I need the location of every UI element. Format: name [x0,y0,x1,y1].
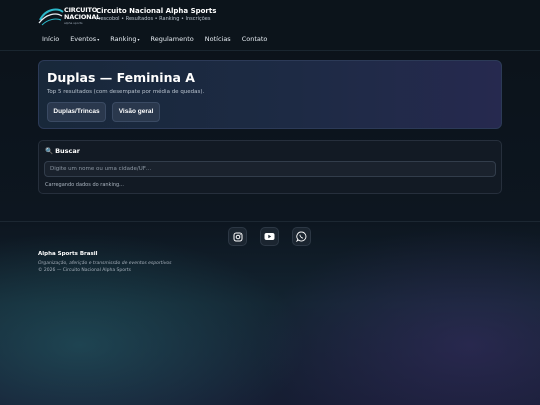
site-subtitle: Frescobol • Resultados • Ranking • Inscr… [96,16,211,22]
nav-eventos[interactable]: Eventos▾ [70,35,99,45]
instagram-link[interactable] [228,227,247,246]
nav-contato-label: Contato [241,35,268,43]
footer-brand: Alpha Sports Brasil [38,251,98,257]
nav-ranking[interactable]: Ranking▾ [110,35,139,45]
youtube-link[interactable] [260,227,279,246]
nav-regulamento[interactable]: Regulamento [151,35,194,45]
visao-geral-button[interactable]: Visão geral [112,102,160,122]
footer-copyright: © 2026 — Circuito Nacional Alpha Sports [38,268,131,273]
logo-swoosh-icon [38,8,64,26]
logo-text-line2: NACIONAL [64,13,101,21]
header-divider [0,50,540,51]
nav-contato[interactable]: Contato [242,35,268,45]
page-title: Duplas — Feminina A [47,70,195,85]
nav-noticias-label: Notícias [204,35,231,43]
search-card: 🔍Buscar Carregando dados do ranking... [38,140,502,194]
duplas-trincas-button[interactable]: Duplas/Trincas [47,102,106,122]
main-nav: Início Eventos▾ Ranking▾ Regulamento Not… [42,35,278,45]
search-heading: 🔍 Buscar [45,147,80,155]
whatsapp-icon [296,231,307,242]
page-subtitle: Top 5 resultados (com desempate por médi… [47,89,205,95]
search-input[interactable] [44,161,496,177]
logo-subtext: alpha sports [64,21,83,25]
caret-down-icon: ▾ [97,36,100,42]
site-header: CIRCUITO NACIONAL alpha sports Circuito … [0,0,540,50]
whatsapp-link[interactable] [292,227,311,246]
nav-noticias[interactable]: Notícias [205,35,231,45]
search-heading-label: Buscar [55,147,80,155]
search-icon: 🔍 [45,147,54,155]
hero-card: Duplas — Feminina A Top 5 resultados (co… [38,60,502,129]
youtube-icon [264,233,275,240]
site-title: Circuito Nacional Alpha Sports [96,7,217,15]
footer-tagline: Organização, aferição e transmissão de e… [38,261,172,266]
page-background-area [0,292,540,405]
nav-inicio-label: Início [42,35,60,43]
nav-ranking-label: Ranking [110,35,137,43]
loading-status: Carregando dados do ranking... [45,182,124,188]
nav-regulamento-label: Regulamento [150,35,194,43]
caret-down-icon: ▾ [137,36,140,42]
nav-eventos-label: Eventos [70,35,97,43]
nav-inicio[interactable]: Início [42,35,59,45]
instagram-icon [233,232,242,241]
footer-divider [0,221,540,222]
